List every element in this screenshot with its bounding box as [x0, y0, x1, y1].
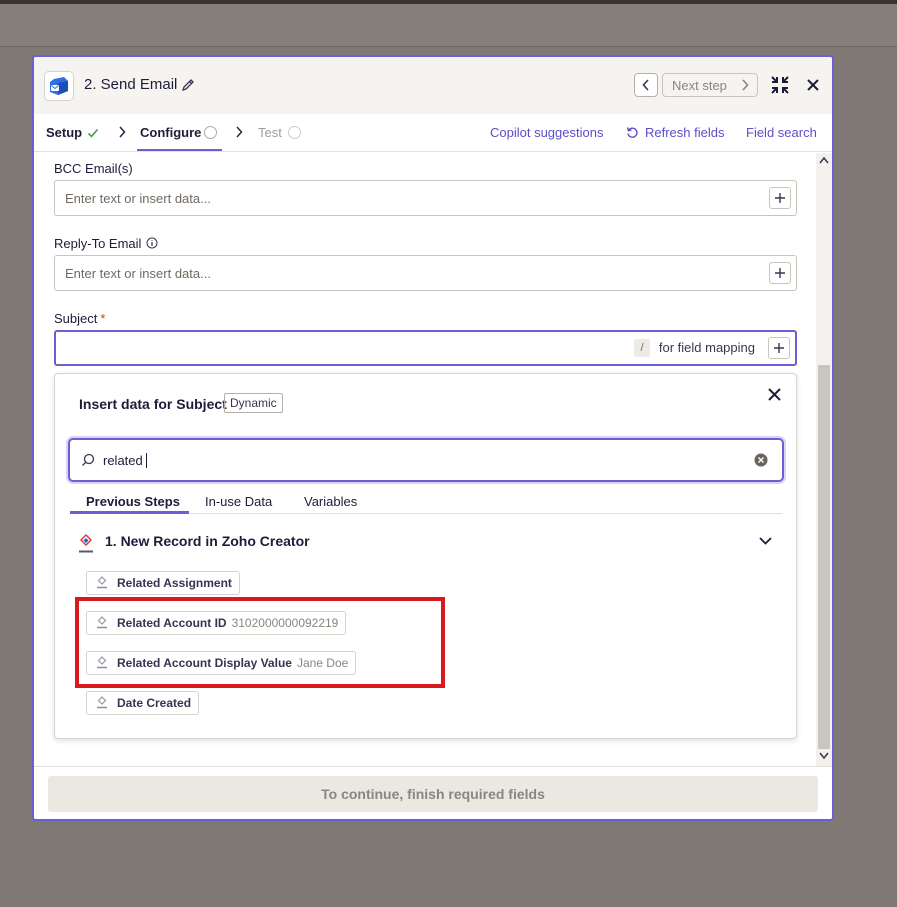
data-item-label: Related Account Display Value — [117, 656, 292, 670]
zoho-creator-icon — [78, 534, 94, 554]
close-icon[interactable] — [807, 79, 819, 91]
info-icon[interactable] — [146, 237, 158, 249]
modal-footer: To continue, finish required fields — [34, 766, 832, 819]
zoho-creator-icon — [97, 656, 107, 669]
background-toolbar — [0, 4, 897, 47]
next-step-label: Next step — [672, 77, 727, 93]
data-item-related-account-id[interactable]: Related Account ID 3102000000092219 — [86, 611, 347, 635]
chevron-left-icon — [642, 79, 649, 91]
zoho-creator-icon — [97, 696, 107, 709]
search-icon — [82, 453, 95, 466]
form-scroll-area: BCC Email(s) Enter text or insert data..… — [34, 153, 816, 766]
data-item-value: Jane Doe — [296, 656, 349, 670]
email-app-icon — [44, 71, 74, 101]
previous-step-button[interactable] — [634, 73, 658, 97]
step-config-modal: 2. Send Email Next step Setup Configure — [32, 55, 834, 821]
slash-key-hint: / — [634, 339, 650, 357]
reply-to-label: Reply-To Email — [54, 236, 158, 251]
scroll-thumb[interactable] — [818, 365, 830, 749]
data-source-tabs: Previous Steps In-use Data Variables — [70, 492, 782, 514]
close-icon[interactable] — [768, 388, 781, 401]
search-value-text: related — [103, 453, 143, 468]
active-tab-indicator — [70, 511, 189, 514]
required-marker: * — [100, 311, 106, 326]
modal-header: 2. Send Email Next step — [34, 57, 832, 114]
tab-setup[interactable]: Setup — [46, 125, 82, 140]
bcc-field[interactable]: Enter text or insert data... — [54, 180, 797, 216]
subject-label: Subject * — [54, 311, 105, 326]
dropdown-title: Insert data for Subject — [79, 396, 227, 412]
form-scrollbar[interactable] — [816, 153, 832, 766]
step-group-title[interactable]: 1. New Record in Zoho Creator — [105, 533, 310, 549]
next-step-button[interactable]: Next step — [662, 73, 758, 97]
zoho-creator-icon — [97, 576, 107, 589]
data-search-input[interactable]: related — [68, 438, 784, 482]
scroll-down-arrow-icon[interactable] — [819, 752, 829, 760]
plus-icon — [774, 343, 784, 353]
bcc-placeholder: Enter text or insert data... — [65, 191, 211, 206]
pencil-icon[interactable] — [181, 78, 195, 92]
dynamic-badge: Dynamic — [224, 393, 283, 413]
insert-data-button[interactable] — [769, 187, 791, 209]
data-item-value: 3102000000092219 — [231, 616, 339, 630]
tab-configure[interactable]: Configure — [140, 125, 201, 140]
tab-variables[interactable]: Variables — [304, 494, 357, 509]
data-item-related-account-display-value[interactable]: Related Account Display Value Jane Doe — [86, 651, 357, 675]
plus-icon — [775, 193, 785, 203]
insert-data-dropdown: Insert data for Subject Dynamic related … — [54, 373, 797, 739]
chevron-right-icon — [119, 126, 126, 138]
tab-test[interactable]: Test — [258, 125, 282, 140]
data-item-date-created[interactable]: Date Created — [86, 691, 200, 715]
data-item-label: Related Account ID — [117, 616, 227, 630]
insert-data-button[interactable] — [769, 262, 791, 284]
collapse-icon[interactable] — [771, 76, 789, 94]
field-search-link[interactable]: Field search — [746, 125, 817, 140]
test-status-icon — [288, 126, 301, 139]
field-mapping-hint: for field mapping — [658, 340, 755, 355]
scroll-up-arrow-icon[interactable] — [819, 156, 829, 164]
chevron-down-icon[interactable] — [759, 537, 772, 545]
bcc-label: BCC Email(s) — [54, 161, 133, 176]
subject-label-text: Subject — [54, 311, 98, 326]
text-caret — [145, 453, 147, 468]
tab-previous-steps[interactable]: Previous Steps — [86, 494, 180, 509]
data-item-label: Related Assignment — [117, 576, 232, 590]
plus-icon — [775, 268, 785, 278]
active-tab-indicator — [137, 149, 222, 151]
chevron-right-icon — [236, 126, 243, 138]
reply-to-field[interactable]: Enter text or insert data... — [54, 255, 797, 291]
reply-to-label-text: Reply-To Email — [54, 236, 142, 251]
check-icon — [87, 128, 99, 138]
zoho-creator-icon — [97, 616, 107, 629]
refresh-fields-link[interactable]: Refresh fields — [645, 125, 724, 140]
data-item-related-assignment[interactable]: Related Assignment — [86, 571, 240, 595]
insert-data-button[interactable] — [768, 337, 790, 359]
refresh-icon[interactable] — [626, 126, 639, 139]
subject-field[interactable]: / for field mapping — [54, 330, 797, 366]
reply-to-placeholder: Enter text or insert data... — [65, 266, 211, 281]
pending-status-icon — [204, 126, 217, 139]
copilot-suggestions-link[interactable]: Copilot suggestions — [490, 125, 603, 140]
tab-in-use-data[interactable]: In-use Data — [205, 494, 272, 509]
step-tabs: Setup Configure Test Copilot suggestions… — [34, 114, 832, 152]
chevron-right-icon — [742, 79, 749, 91]
search-value: related — [103, 453, 147, 468]
clear-search-icon[interactable] — [754, 453, 768, 467]
continue-button[interactable]: To continue, finish required fields — [48, 776, 818, 812]
data-item-label: Date Created — [117, 696, 192, 710]
step-title[interactable]: 2. Send Email — [84, 76, 177, 93]
